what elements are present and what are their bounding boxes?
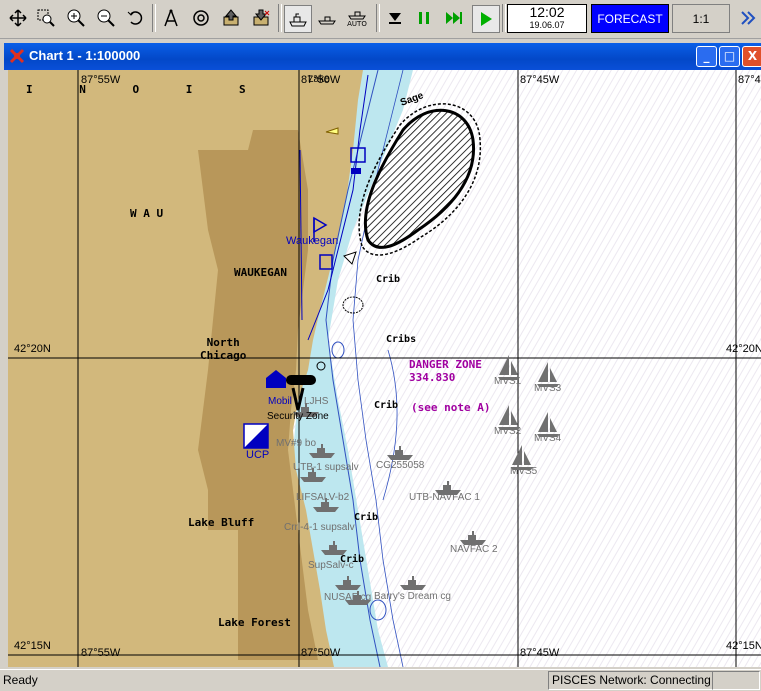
scale-button[interactable]: 1:1 xyxy=(672,4,730,33)
crib-label: Cribs xyxy=(386,334,417,345)
chart-window-title: Chart 1 - 1:100000 xyxy=(29,48,141,63)
status-panel xyxy=(712,671,760,690)
place-label: WAUKEGAN xyxy=(234,266,287,279)
crib-label: Crib xyxy=(374,400,399,411)
zoom-in-icon[interactable] xyxy=(63,5,89,31)
crib-label: Crib xyxy=(376,274,401,285)
undo-view-icon[interactable] xyxy=(123,5,149,31)
lon-label: 87°45W xyxy=(520,647,560,659)
close-button[interactable]: X xyxy=(742,46,761,67)
auto-label: AUTO xyxy=(347,20,367,28)
place-label: I N O I S xyxy=(26,83,266,96)
ljhs-label: LJHS xyxy=(304,396,329,407)
minimize-button[interactable]: _ xyxy=(696,46,717,67)
vessel-label: MVS1 xyxy=(494,376,522,387)
play-icon[interactable] xyxy=(472,5,500,33)
auto-mode-icon[interactable]: AUTO xyxy=(344,5,370,31)
vessel-label: Barry's Dream cg xyxy=(374,591,451,602)
danger-zone-number: 334.830 xyxy=(409,371,456,384)
maximize-button[interactable]: □ xyxy=(719,46,740,67)
ucp-label: UCP xyxy=(246,449,270,461)
vessel-label: NAVFAC 2 xyxy=(450,544,498,555)
place-label: North Chicago xyxy=(200,336,247,362)
vessel-icon[interactable] xyxy=(314,5,340,31)
place-label: Lake xyxy=(308,74,330,85)
clock-time: 12:02 xyxy=(529,4,565,20)
vessel-label: MVS5 xyxy=(510,466,538,477)
lon-label: 87°40 xyxy=(738,74,761,86)
vessel-label: MVS3 xyxy=(534,383,562,394)
place-label: Waukegan xyxy=(286,235,339,247)
clock-display: 12:02 19.06.07 xyxy=(507,4,587,33)
sync-icon[interactable] xyxy=(735,5,761,31)
crib-label: Crib xyxy=(354,512,379,523)
compass-icon[interactable] xyxy=(158,5,184,31)
network-status: PISCES Network: Connecting xyxy=(548,671,713,690)
vessel-label: MVS4 xyxy=(534,433,562,444)
load-chart-icon[interactable] xyxy=(248,5,274,31)
vessel-label: MVS2 xyxy=(494,426,522,437)
vessel-label: LIFSALV-b2 xyxy=(296,492,350,503)
mobil-label: Mobil xyxy=(268,396,292,407)
vessel-label: CG255058 xyxy=(376,460,425,471)
vessel-label: NUSAF cg xyxy=(324,592,372,603)
lon-label: 87°55W xyxy=(81,647,121,659)
lat-label: 42°15N xyxy=(14,640,51,652)
danger-zone-label: DANGER ZONE xyxy=(409,358,482,371)
pause-icon[interactable] xyxy=(411,5,437,31)
vessel-label: SupSalv-c xyxy=(308,560,354,571)
stop-icon[interactable] xyxy=(382,5,408,31)
status-bar: Ready PISCES Network: Connecting xyxy=(0,669,761,691)
vessel-label: Crrl-4-1 supsalv xyxy=(284,522,355,533)
place-label: W A U xyxy=(130,207,164,220)
fast-forward-icon[interactable] xyxy=(441,5,467,31)
security-zone-label: Security Zone xyxy=(267,411,329,422)
chart-app-icon xyxy=(9,48,25,64)
vessel-label: UTB-1 supsalv xyxy=(293,462,359,473)
lat-label: 42°20N xyxy=(726,343,761,355)
place-label: Lake Bluff xyxy=(188,516,255,529)
vessel-label: MV#9 bo xyxy=(276,438,317,449)
vessel-label: UTB-NAVFAC 1 xyxy=(409,492,480,503)
lon-label: 87°45W xyxy=(520,74,560,86)
nautical-chart[interactable]: 87°55W 87°50W 87°45W 87°40 42°20N 42°20N… xyxy=(8,70,761,667)
target-icon[interactable] xyxy=(188,5,214,31)
see-note-label: (see note A) xyxy=(411,401,491,414)
chart-window: Chart 1 - 1:100000 _ □ X 87°55W 87°50W 8… xyxy=(4,43,761,667)
main-toolbar: AUTO 12:02 19.06.07 FORECAST 1:1 xyxy=(0,0,761,39)
lon-label: 87°50W xyxy=(301,647,341,659)
clock-date: 19.06.07 xyxy=(529,20,565,30)
status-ready: Ready xyxy=(3,673,38,687)
lat-label: 42°20N xyxy=(14,343,51,355)
own-ship-icon[interactable] xyxy=(284,5,312,33)
chart-titlebar[interactable]: Chart 1 - 1:100000 _ □ X xyxy=(4,43,761,70)
place-label: Lake Forest xyxy=(218,616,291,629)
upload-icon[interactable] xyxy=(218,5,244,31)
zoom-select-icon[interactable] xyxy=(33,5,59,31)
pan-tool-icon[interactable] xyxy=(5,5,31,31)
lat-label: 42°15N xyxy=(726,640,761,652)
zoom-out-icon[interactable] xyxy=(93,5,119,31)
forecast-button[interactable]: FORECAST xyxy=(591,4,669,33)
